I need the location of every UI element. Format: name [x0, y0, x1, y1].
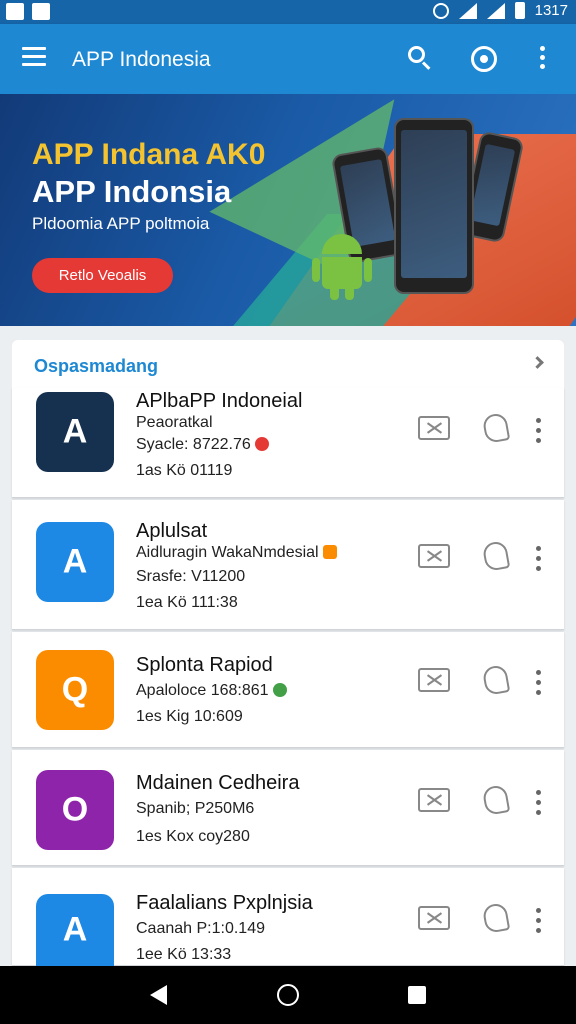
banner-title-secondary: APP Indonsia — [32, 174, 232, 209]
app-developer: Aidluragin WakaNmdesial — [136, 544, 337, 562]
android-robot-icon — [312, 234, 372, 304]
dismiss-icon[interactable] — [418, 544, 450, 568]
app-developer: Peaoratkal — [136, 414, 213, 431]
app-icon: Q — [36, 650, 114, 730]
signal-icon — [486, 2, 505, 19]
dismiss-icon[interactable] — [418, 788, 450, 812]
search-icon[interactable] — [408, 46, 432, 70]
item-more-icon[interactable] — [536, 418, 542, 448]
app-updated: 1as Kö 01119 — [136, 462, 233, 479]
pin-icon[interactable] — [481, 412, 511, 444]
scan-icon[interactable] — [471, 46, 497, 72]
pin-icon[interactable] — [481, 664, 511, 696]
status-bar: 1317 — [0, 0, 576, 24]
pin-icon[interactable] — [481, 540, 511, 572]
menu-icon[interactable] — [22, 47, 46, 67]
app-size: Srasfe: V11200 — [136, 568, 246, 585]
message-icon — [32, 3, 50, 20]
system-navigation-bar — [0, 966, 576, 1024]
app-updated: 1es Kox coy280 — [136, 828, 250, 845]
app-title: APP Indonesia — [72, 48, 211, 71]
app-size: Spanib; P250M6 — [136, 800, 255, 817]
home-icon[interactable] — [277, 984, 299, 1006]
status-badge-icon — [272, 683, 287, 697]
banner-title: APP Indana AK0 — [32, 138, 266, 171]
item-more-icon[interactable] — [536, 908, 542, 938]
back-icon[interactable] — [150, 985, 167, 1005]
app-size: Caanah P:1:0.149 — [136, 920, 265, 937]
item-more-icon[interactable] — [536, 670, 542, 700]
phone-illustration — [394, 118, 474, 294]
app-name: Aplulsat — [136, 520, 208, 542]
app-icon: A — [36, 522, 114, 602]
app-size: Apaloloce 168:861 — [136, 682, 287, 700]
list-item[interactable]: A Aplulsat Aidluragin WakaNmdesial Srasf… — [12, 500, 564, 630]
dismiss-icon[interactable] — [418, 668, 450, 692]
section-header[interactable]: Ospasmadang — [12, 340, 564, 388]
verified-badge-icon — [322, 545, 337, 559]
alarm-icon — [432, 2, 449, 19]
chevron-right-icon[interactable] — [531, 356, 544, 369]
status-time: 1317 — [534, 2, 568, 19]
recents-icon[interactable] — [408, 986, 426, 1004]
app-updated: 1ea Kö 111:38 — [136, 594, 238, 611]
app-icon: A — [36, 392, 114, 472]
app-updated: 1ee Kö 13:33 — [136, 946, 232, 963]
pin-icon[interactable] — [481, 784, 511, 816]
app-size: Syacle: 8722.76 — [136, 436, 269, 454]
item-more-icon[interactable] — [536, 790, 542, 820]
battery-icon — [514, 2, 525, 19]
app-name: Faalalians Pxplnjsia — [136, 892, 313, 914]
wifi-icon — [458, 2, 477, 19]
app-icon: O — [36, 770, 114, 850]
app-name: Mdainen Cedheira — [136, 772, 300, 794]
promo-banner[interactable]: APP Indana AK0 APP Indonsia Pldoomia APP… — [0, 94, 576, 326]
list-item[interactable]: A Faalalians Pxplnjsia Caanah P:1:0.149 … — [12, 868, 564, 966]
list-item[interactable]: A APlbaPP Indoneial Peaoratkal Syacle: 8… — [12, 388, 564, 498]
app-name: APlbaPP Indoneial — [136, 390, 303, 412]
dismiss-icon[interactable] — [418, 416, 450, 440]
rating-badge-icon — [254, 437, 269, 451]
banner-subtitle: Pldoomia APP poltmoia — [32, 214, 210, 233]
list-item[interactable]: Q Splonta Rapiod Apaloloce 168:861 1es K… — [12, 632, 564, 748]
app-updated: 1es Kig 10:609 — [136, 708, 243, 725]
banner-button[interactable]: Retlo Veoalis — [32, 258, 173, 293]
app-icon: A — [36, 894, 114, 966]
dismiss-icon[interactable] — [418, 906, 450, 930]
app-bar: APP Indonesia — [0, 24, 576, 94]
app-name: Splonta Rapiod — [136, 654, 273, 676]
notification-icon — [6, 3, 24, 20]
section-title: Ospasmadang — [34, 356, 159, 376]
app-list: Ospasmadang A APlbaPP Indoneial Peaoratk… — [12, 340, 564, 980]
overflow-menu-icon[interactable] — [540, 46, 546, 70]
item-more-icon[interactable] — [536, 546, 542, 576]
list-item[interactable]: O Mdainen Cedheira Spanib; P250M6 1es Ko… — [12, 750, 564, 866]
pin-icon[interactable] — [481, 902, 511, 934]
